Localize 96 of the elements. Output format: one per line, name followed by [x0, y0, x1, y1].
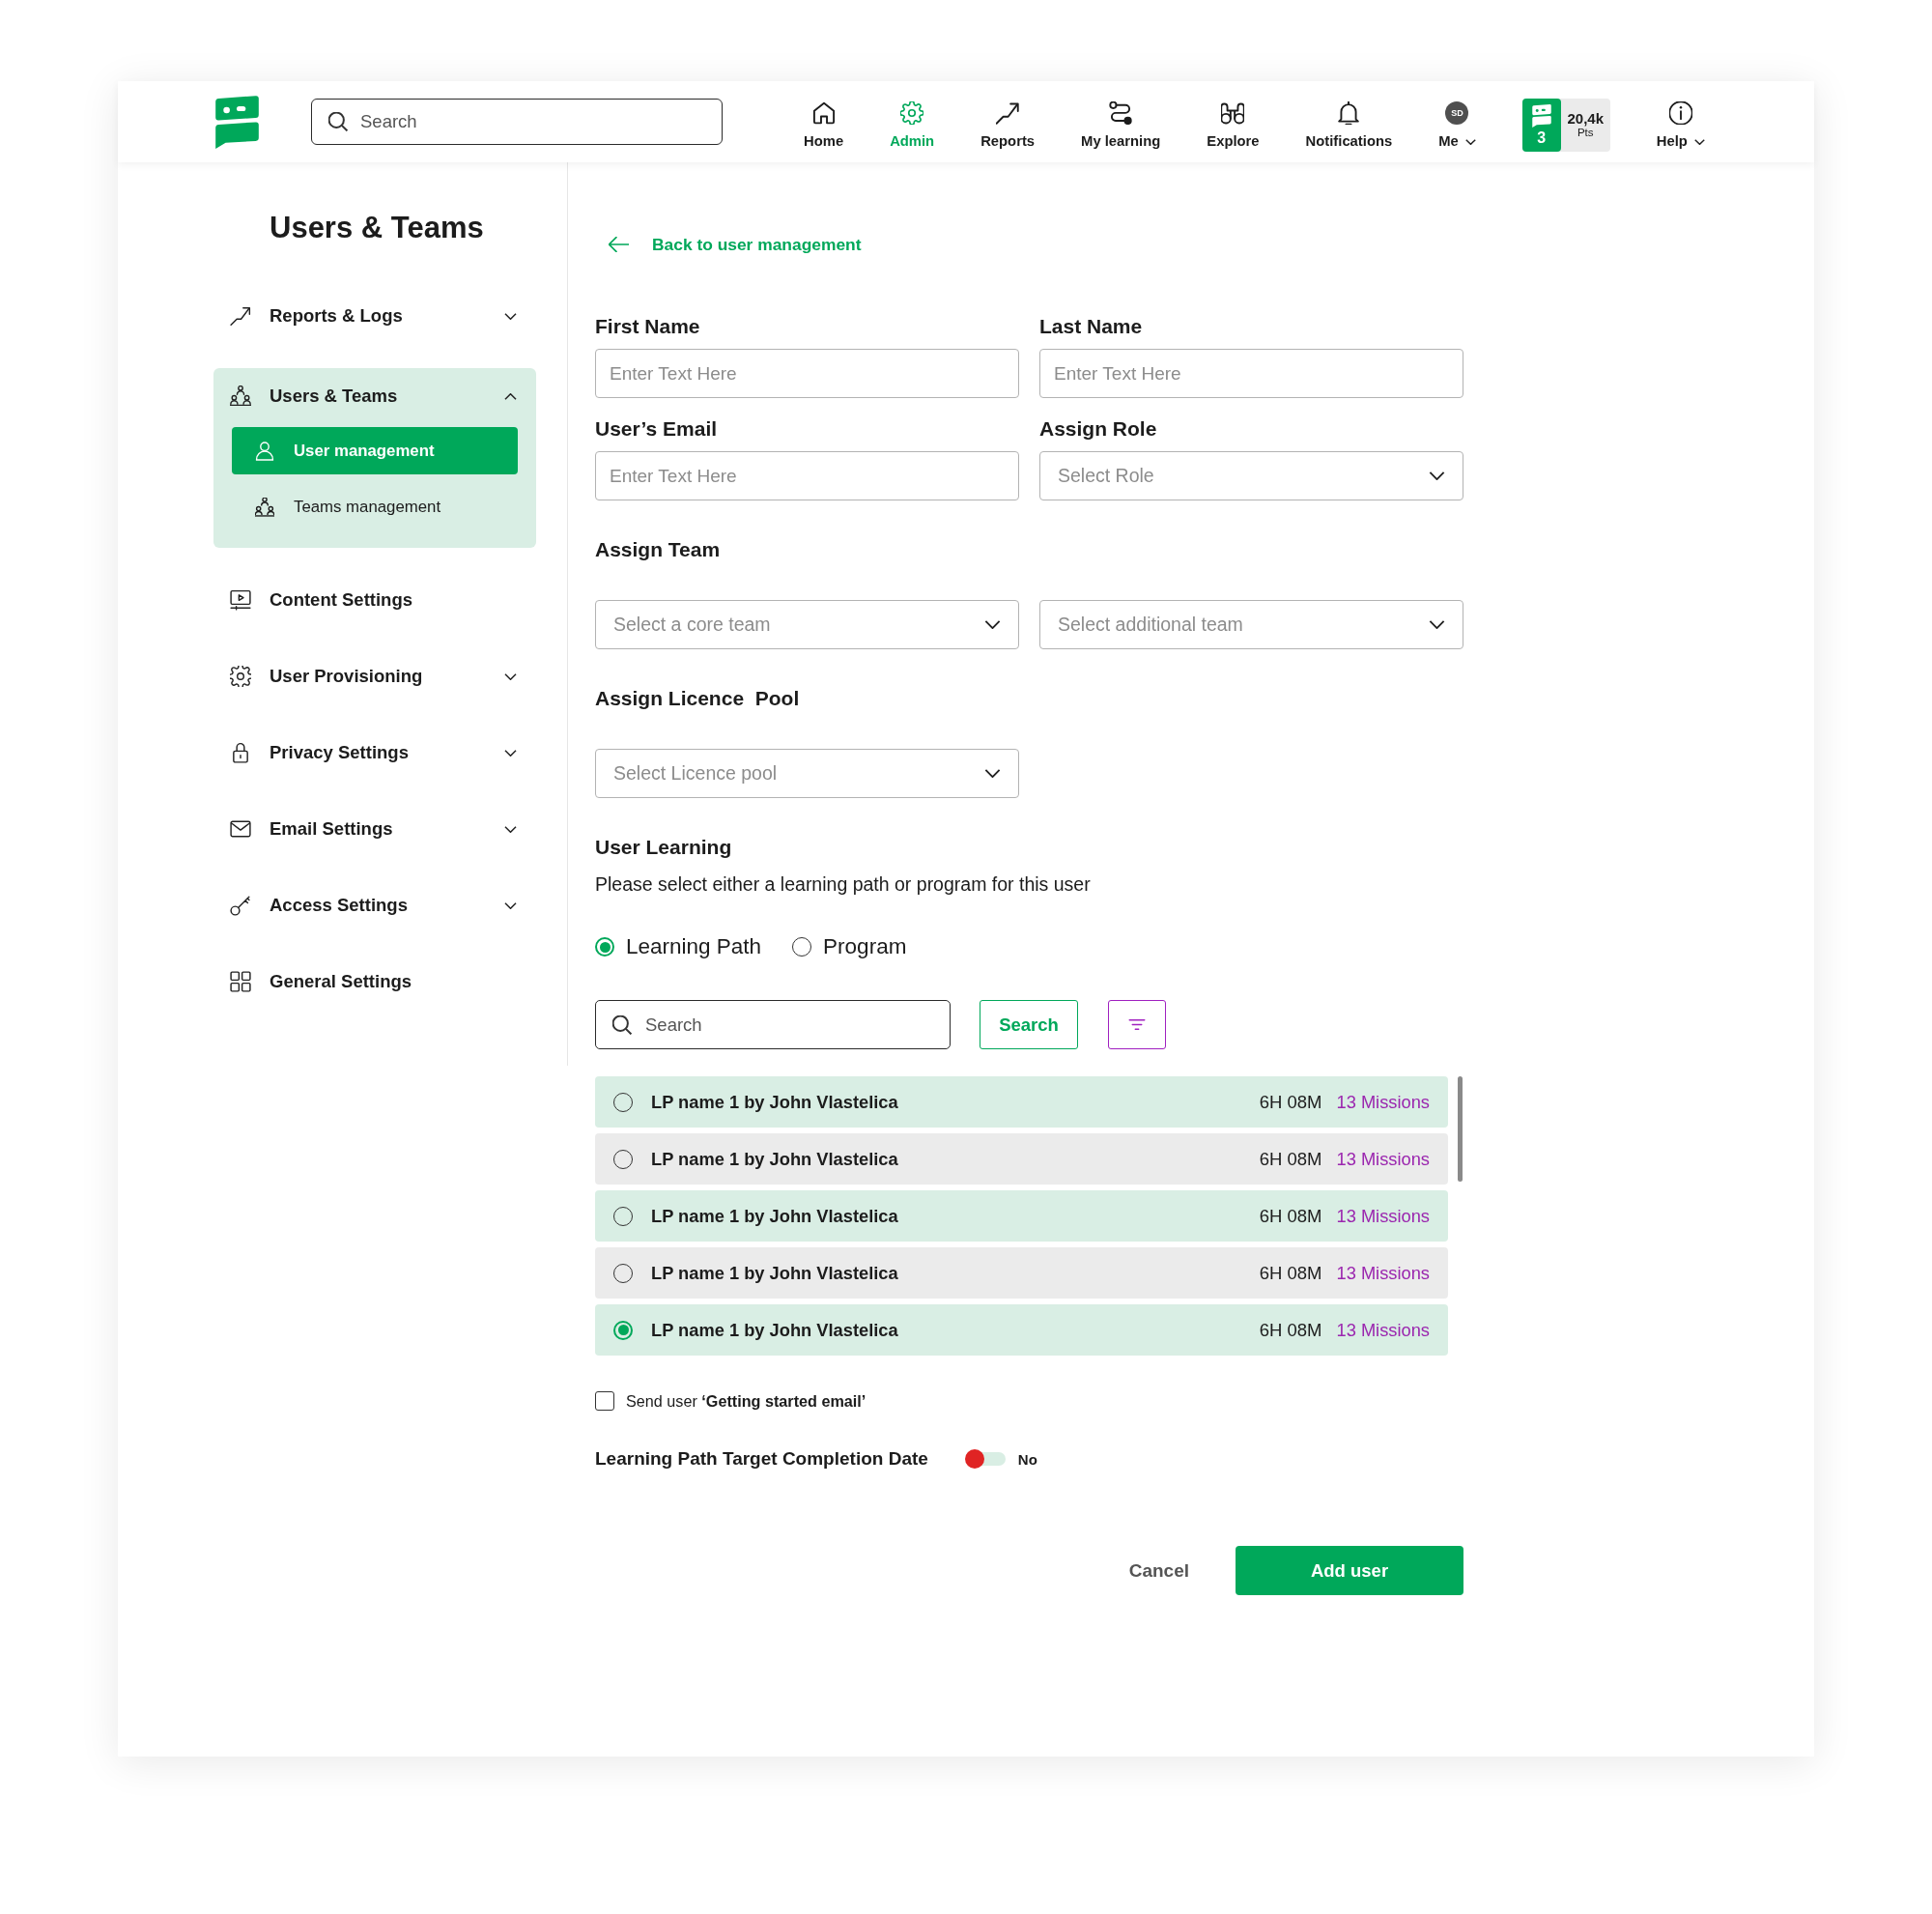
lock-icon	[230, 742, 251, 763]
nav-link[interactable]: Explore	[1207, 94, 1260, 150]
cancel-button[interactable]: Cancel	[1115, 1546, 1203, 1595]
radio-label: Learning Path	[626, 934, 762, 959]
learning-path-row[interactable]: LP name 1 by John Vlastelica 6H 08M 13 Missions	[595, 1133, 1448, 1185]
nav-link[interactable]: Help	[1656, 94, 1705, 150]
nav-link[interactable]: Notifications	[1305, 94, 1393, 150]
missions-link[interactable]: 13 Missions	[1336, 1319, 1430, 1341]
sidebar-item[interactable]: Content Settings	[213, 576, 536, 624]
text-field[interactable]: Enter Text Here	[595, 349, 1019, 398]
path-duration: 6H 08M	[1259, 1319, 1322, 1341]
filter-icon	[1128, 1018, 1146, 1031]
chevron-down-icon	[1429, 620, 1445, 629]
chevron-down-icon	[984, 620, 1001, 629]
path-name: LP name 1 by John Vlastelica	[651, 1262, 899, 1284]
field-label: Assign Role	[1039, 417, 1158, 441]
search-field[interactable]: Search	[595, 1000, 951, 1049]
points-unit: Pts	[1577, 127, 1594, 139]
search-icon	[328, 112, 348, 131]
path-duration: 6H 08M	[1259, 1205, 1322, 1227]
select-dropdown[interactable]: Select Licence pool	[595, 749, 1019, 798]
filter-button[interactable]	[1108, 1000, 1166, 1049]
chevron-down-icon	[984, 769, 1001, 778]
nav-link[interactable]: My learning	[1081, 94, 1161, 150]
radio-button[interactable]	[613, 1320, 633, 1340]
sidebar-item[interactable]: Users & Teams	[213, 372, 536, 420]
bell-icon	[1337, 101, 1361, 125]
field-label: User’s Email	[595, 417, 719, 441]
key-icon	[230, 895, 251, 916]
logo-icon	[1531, 103, 1551, 128]
nav-link[interactable]: SD Me	[1438, 94, 1476, 150]
description-text: Please select either a learning path or program for this user	[595, 873, 1092, 895]
select-dropdown[interactable]: Select Role	[1039, 451, 1463, 500]
learning-path-row[interactable]: LP name 1 by John Vlastelica 6H 08M 13 Missions	[595, 1076, 1448, 1128]
path-name: LP name 1 by John Vlastelica	[651, 1319, 899, 1341]
toggle-switch[interactable]	[964, 1449, 1006, 1469]
sidebar-item[interactable]: Email Settings	[213, 805, 536, 853]
route-icon	[1109, 101, 1133, 125]
checkbox[interactable]	[595, 1391, 614, 1411]
monitor-play-icon	[230, 589, 251, 611]
sidebar-item[interactable]: Reports & Logs	[213, 292, 536, 340]
toggle-label: Learning Path Target Completion Date	[595, 1448, 928, 1470]
toggle-value: No	[1017, 1450, 1037, 1468]
sidebar-item[interactable]: General Settings	[213, 957, 536, 1006]
search-icon	[612, 1014, 632, 1035]
path-duration: 6H 08M	[1259, 1148, 1322, 1170]
home-icon	[811, 101, 836, 125]
path-duration: 6H 08M	[1259, 1262, 1322, 1284]
grid-icon	[230, 971, 251, 992]
learning-path-row[interactable]: LP name 1 by John Vlastelica 6H 08M 13 Missions	[595, 1190, 1448, 1242]
trend-arrow-icon	[996, 101, 1020, 125]
learning-path-row[interactable]: LP name 1 by John Vlastelica 6H 08M 13 Missions	[595, 1247, 1448, 1299]
arrow-left-icon	[609, 237, 629, 252]
path-duration: 6H 08M	[1259, 1091, 1322, 1113]
path-name: LP name 1 by John Vlastelica	[651, 1091, 899, 1113]
missions-link[interactable]: 13 Missions	[1336, 1205, 1430, 1227]
envelope-icon	[230, 818, 251, 840]
radio-button[interactable]	[595, 937, 614, 957]
binoculars-icon	[1221, 101, 1245, 125]
people-icon	[255, 497, 274, 517]
path-name: LP name 1 by John Vlastelica	[651, 1148, 899, 1170]
checkbox-label: Send user ‘Getting started email’	[626, 1391, 867, 1411]
section-label: Assign Team	[595, 538, 722, 561]
avatar: SD	[1445, 101, 1469, 125]
radio-label: Program	[823, 934, 907, 959]
nav-link[interactable]: Home	[804, 94, 844, 150]
chevron-down-icon	[1429, 471, 1445, 480]
missions-link[interactable]: 13 Missions	[1336, 1262, 1430, 1284]
search-field[interactable]: Search	[311, 99, 723, 145]
nav-link[interactable]: Reports	[980, 94, 1036, 150]
field-label: First Name	[595, 315, 701, 338]
gear-icon	[900, 101, 924, 125]
points-badge[interactable]: 3 20,4k Pts	[1521, 98, 1610, 152]
scrollbar-thumb[interactable]	[1458, 1076, 1463, 1182]
section-label: Assign Licence Pool	[595, 687, 801, 710]
sidebar-title: Users & Teams	[270, 211, 485, 245]
sidebar-item[interactable]: Privacy Settings	[213, 728, 536, 777]
learning-path-row[interactable]: LP name 1 by John Vlastelica 6H 08M 13 Missions	[595, 1304, 1448, 1356]
text-field[interactable]: Enter Text Here	[1039, 349, 1463, 398]
section-label: User Learning	[595, 836, 733, 859]
sidebar-item[interactable]: Access Settings	[213, 881, 536, 929]
trend-arrow-icon	[230, 305, 251, 327]
path-name: LP name 1 by John Vlastelica	[651, 1205, 899, 1227]
sidebar-item[interactable]: User Provisioning	[213, 652, 536, 700]
missions-link[interactable]: 13 Missions	[1336, 1091, 1430, 1113]
missions-link[interactable]: 13 Missions	[1336, 1148, 1430, 1170]
gear-icon	[230, 666, 251, 687]
people-icon	[230, 386, 251, 407]
field-label: Last Name	[1039, 315, 1144, 338]
logo	[215, 95, 259, 149]
person-icon	[255, 441, 274, 461]
level-number: 3	[1537, 129, 1547, 146]
info-icon	[1668, 101, 1692, 125]
sidebar-subitem[interactable]: Teams management	[232, 483, 518, 530]
text-field[interactable]: Enter Text Here	[595, 451, 1019, 500]
points-value: 20,4k	[1567, 110, 1605, 127]
